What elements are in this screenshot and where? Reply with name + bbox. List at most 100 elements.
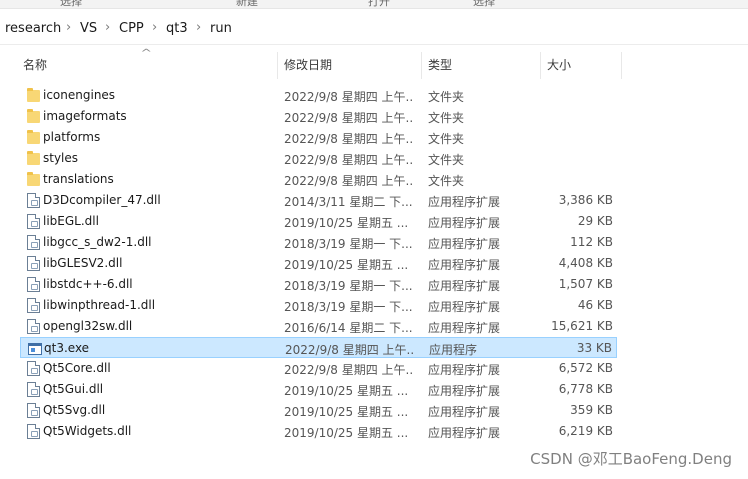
dll-file-icon [27,214,40,229]
toolbar-fragment[interactable]: 选择 [60,0,82,8]
file-row[interactable]: Qt5Gui.dll 2019/10/25 星期五 ... 应用程序扩展 6,7… [20,379,617,400]
file-name: libstdc++-6.dll [43,277,133,291]
file-date: 2014/3/11 星期二 下... [284,195,413,209]
chevron-right-icon[interactable]: › [105,20,110,35]
toolbar-fragment[interactable]: 新建 [236,0,258,8]
file-size: 15,621 KB [551,319,613,333]
dll-file-icon [27,361,40,376]
file-size: 6,778 KB [558,382,613,396]
file-row[interactable]: styles 2022/9/8 星期四 上午... 文件夹 [20,148,617,169]
file-name: iconengines [43,88,116,102]
file-date: 2019/10/25 星期五 ... [284,216,409,230]
file-row[interactable]: Qt5Core.dll 2022/9/8 星期四 上午... 应用程序扩展 6,… [20,358,617,379]
column-header-date[interactable]: 修改日期 [278,52,422,79]
column-header-type[interactable]: 类型 [422,52,541,79]
file-row[interactable]: iconengines 2022/9/8 星期四 上午... 文件夹 [20,85,617,106]
file-name: imageformats [43,109,127,123]
file-type: 文件夹 [428,153,465,167]
file-date: 2019/10/25 星期五 ... [284,426,409,440]
chevron-right-icon[interactable]: › [66,20,71,35]
breadcrumb-item-cpp[interactable]: CPP [119,21,144,36]
file-type: 文件夹 [428,90,465,104]
watermark: CSDN @邓工BaoFeng.Deng [530,450,732,468]
file-row[interactable]: platforms 2022/9/8 星期四 上午... 文件夹 [20,127,617,148]
folder-icon [27,88,40,102]
file-name: Qt5Widgets.dll [43,424,132,438]
file-row[interactable]: Qt5Widgets.dll 2019/10/25 星期五 ... 应用程序扩展… [20,421,617,442]
file-type: 应用程序扩展 [428,300,501,314]
breadcrumb-item-qt3[interactable]: qt3 [166,21,188,36]
file-date: 2016/6/14 星期二 下... [284,321,413,335]
file-name: styles [43,151,79,165]
breadcrumb: research › VS › CPP › qt3 › run [0,14,748,45]
toolbar-fragment[interactable]: 打开 [368,0,390,8]
file-name: platforms [43,130,101,144]
file-date: 2022/9/8 星期四 上午... [284,363,414,377]
file-type: 应用程序 [429,343,478,357]
dll-file-icon [27,403,40,418]
file-size: 29 KB [577,214,613,228]
file-row[interactable]: libwinpthread-1.dll 2018/3/19 星期一 下... 应… [20,295,617,316]
file-size: 6,572 KB [558,361,613,375]
file-date: 2022/9/8 星期四 上午... [284,153,414,167]
dll-file-icon [27,193,40,208]
column-header-name[interactable]: 名称 [17,52,278,79]
file-type: 应用程序扩展 [428,195,501,209]
file-name: translations [43,172,114,186]
dll-file-icon [27,235,40,250]
file-type: 应用程序扩展 [428,237,501,251]
chevron-right-icon[interactable]: › [152,20,157,35]
dll-file-icon [27,424,40,439]
file-name: libwinpthread-1.dll [43,298,156,312]
file-row[interactable]: libstdc++-6.dll 2018/3/19 星期一 下... 应用程序扩… [20,274,617,295]
file-type: 应用程序扩展 [428,405,501,419]
file-row[interactable]: libEGL.dll 2019/10/25 星期五 ... 应用程序扩展 29 … [20,211,617,232]
file-date: 2022/9/8 星期四 上午... [284,111,414,125]
file-row[interactable]: imageformats 2022/9/8 星期四 上午... 文件夹 [20,106,617,127]
folder-icon [27,130,40,144]
file-name: libGLESV2.dll [43,256,123,270]
file-type: 应用程序扩展 [428,258,501,272]
folder-icon [27,172,40,186]
chevron-right-icon[interactable]: › [196,20,201,35]
column-header-size[interactable]: 大小 [541,52,622,79]
file-row[interactable]: libgcc_s_dw2-1.dll 2018/3/19 星期一 下... 应用… [20,232,617,253]
dll-file-icon [27,298,40,313]
file-row-selected[interactable]: qt3.exe 2022/9/8 星期四 上午... 应用程序 33 KB [20,337,617,358]
file-name: qt3.exe [44,341,90,355]
file-type: 文件夹 [428,111,465,125]
file-date: 2018/3/19 星期一 下... [284,300,413,314]
file-name: Qt5Gui.dll [43,382,104,396]
file-type: 应用程序扩展 [428,279,501,293]
column-header-row: 名称 修改日期 类型 大小 [0,52,748,79]
file-size: 112 KB [570,235,613,249]
toolbar-fragment[interactable]: 选择 [473,0,495,8]
file-row[interactable]: Qt5Svg.dll 2019/10/25 星期五 ... 应用程序扩展 359… [20,400,617,421]
file-row[interactable]: libGLESV2.dll 2019/10/25 星期五 ... 应用程序扩展 … [20,253,617,274]
toolbar-strip: 选择 新建 打开 选择 [0,0,748,9]
file-name: libgcc_s_dw2-1.dll [43,235,152,249]
file-size: 33 KB [576,341,612,355]
breadcrumb-item-run[interactable]: run [210,21,232,36]
file-date: 2022/9/8 星期四 上午... [285,343,415,357]
file-date: 2019/10/25 星期五 ... [284,405,409,419]
breadcrumb-item-vs[interactable]: VS [80,21,97,36]
file-type: 应用程序扩展 [428,363,501,377]
file-date: 2022/9/8 星期四 上午... [284,132,414,146]
dll-file-icon [27,277,40,292]
dll-file-icon [27,319,40,334]
file-type: 应用程序扩展 [428,321,501,335]
file-row[interactable]: translations 2022/9/8 星期四 上午... 文件夹 [20,169,617,190]
file-row[interactable]: D3Dcompiler_47.dll 2014/3/11 星期二 下... 应用… [20,190,617,211]
folder-icon [27,151,40,165]
dll-file-icon [27,256,40,271]
file-name: libEGL.dll [43,214,99,228]
file-date: 2019/10/25 星期五 ... [284,384,409,398]
file-type: 应用程序扩展 [428,216,501,230]
file-date: 2019/10/25 星期五 ... [284,258,409,272]
file-size: 359 KB [570,403,613,417]
file-row[interactable]: opengl32sw.dll 2016/6/14 星期二 下... 应用程序扩展… [20,316,617,337]
file-name: opengl32sw.dll [43,319,133,333]
dll-file-icon [27,382,40,397]
breadcrumb-item-research[interactable]: research [5,21,61,36]
